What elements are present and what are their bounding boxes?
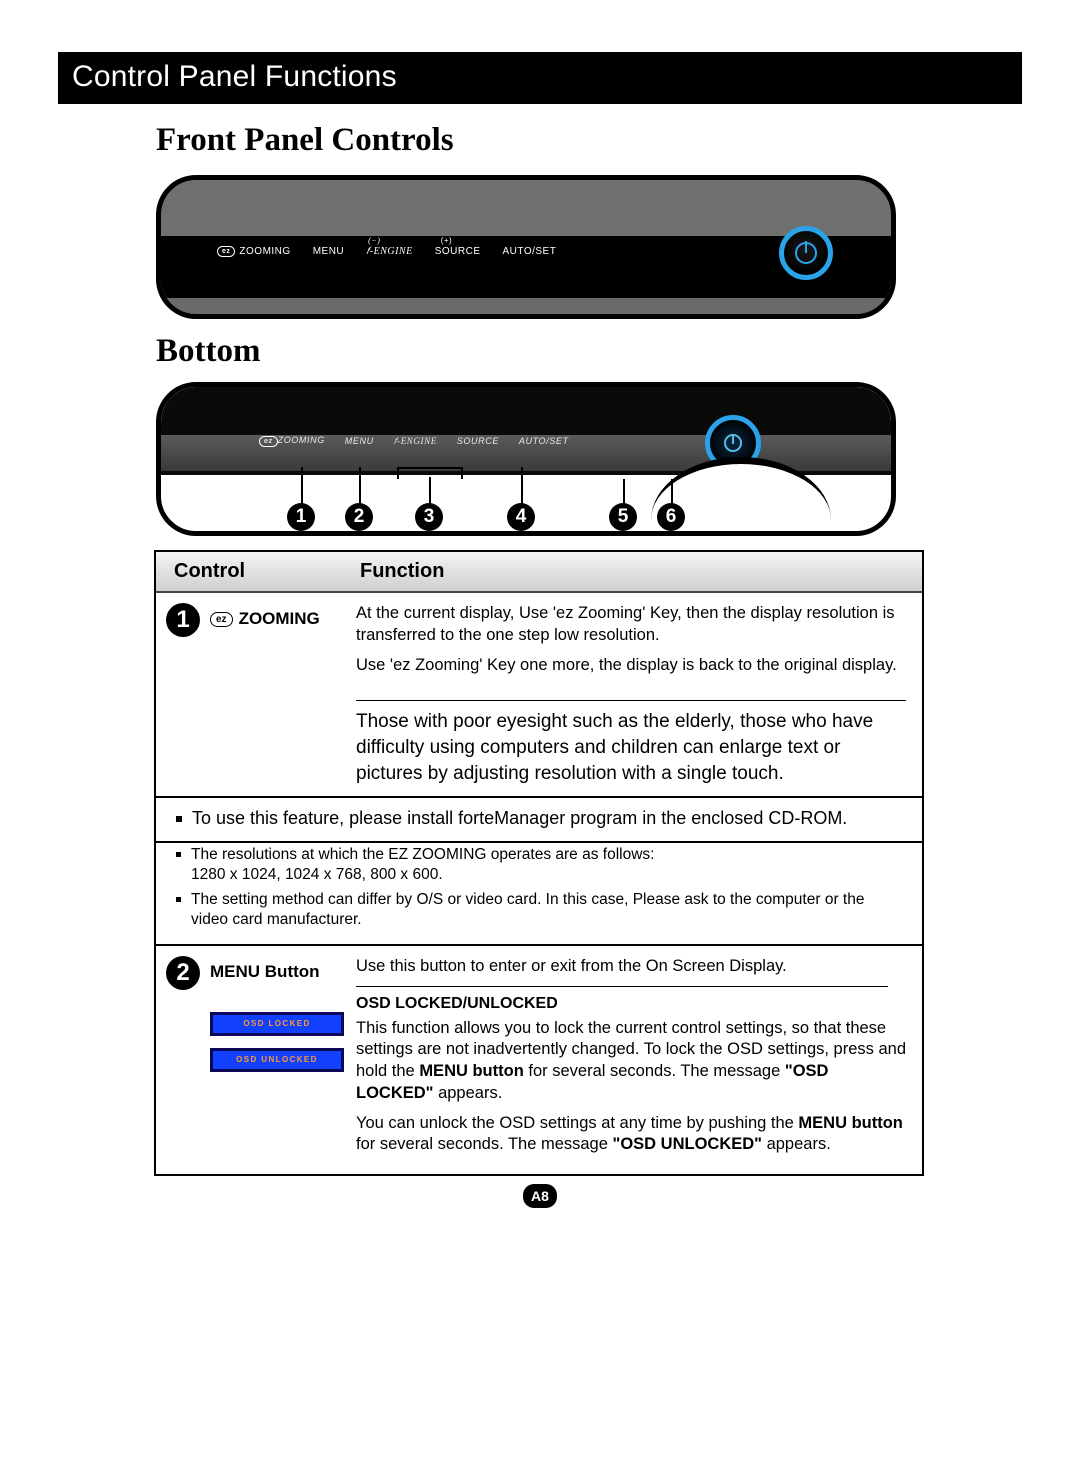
ez-icon: ez — [210, 612, 233, 627]
function-text: Use 'ez Zooming' Key one more, the displ… — [356, 655, 906, 677]
function-text: This function allows you to lock the cur… — [356, 1018, 906, 1105]
row-number-icon: 2 — [166, 956, 200, 990]
row-number-icon: 1 — [166, 603, 200, 637]
front-panel-title: Front Panel Controls — [156, 122, 1022, 159]
power-icon — [795, 242, 817, 264]
callout-1: 1 — [287, 503, 315, 531]
note-item: To use this feature, please install fort… — [176, 808, 902, 829]
callout-2: 2 — [345, 503, 373, 531]
note-item: The resolutions at which the EZ ZOOMING … — [176, 845, 902, 885]
callout-5: 5 — [609, 503, 637, 531]
osd-unlocked-badge: OSD UNLOCKED — [210, 1048, 344, 1072]
note-item: The setting method can differ by O/S or … — [176, 890, 902, 930]
bullet-icon — [176, 816, 182, 822]
callout-4: 4 — [507, 503, 535, 531]
osd-heading: OSD LOCKED/UNLOCKED — [356, 993, 906, 1014]
bullet-icon — [176, 852, 181, 857]
callout-3: 3 — [415, 503, 443, 531]
table-header-function: Function — [346, 552, 922, 591]
ez-icon: ez — [217, 246, 235, 257]
power-button-icon — [779, 226, 833, 280]
controls-table: Control Function 1 ez ZOOMING At the cur… — [154, 550, 924, 1176]
benefit-text: Those with poor eyesight such as the eld… — [356, 709, 904, 786]
function-text: At the current display, Use 'ez Zooming'… — [356, 603, 906, 647]
function-text: Use this button to enter or exit from th… — [356, 956, 906, 978]
bottom-title: Bottom — [156, 333, 1022, 370]
bullet-icon — [176, 897, 181, 902]
table-row: 1 ez ZOOMING At the current display, Use… — [156, 593, 922, 694]
control-name: MENU Button — [210, 962, 356, 982]
page-number: A8 — [523, 1184, 557, 1208]
bottom-panel-figure: ezZOOMING MENU 𝑓-ENGINE SOURCE AUTO/SET … — [156, 382, 896, 536]
osd-locked-badge: OSD LOCKED — [210, 1012, 344, 1036]
table-header-control: Control — [156, 552, 346, 591]
callout-6: 6 — [657, 503, 685, 531]
function-text: You can unlock the OSD settings at any t… — [356, 1113, 906, 1157]
table-row: 2 MENU Button OSD LOCKED OSD UNLOCKED Us… — [156, 946, 922, 1174]
page-header: Control Panel Functions — [58, 52, 1022, 104]
front-panel-figure: ezZOOMING MENU (−)𝑓-ENGINE (+)SOURCE AUT… — [156, 175, 896, 319]
control-name: ZOOMING — [239, 609, 320, 629]
front-panel-labels: ezZOOMING MENU (−)𝑓-ENGINE (+)SOURCE AUT… — [217, 246, 556, 257]
